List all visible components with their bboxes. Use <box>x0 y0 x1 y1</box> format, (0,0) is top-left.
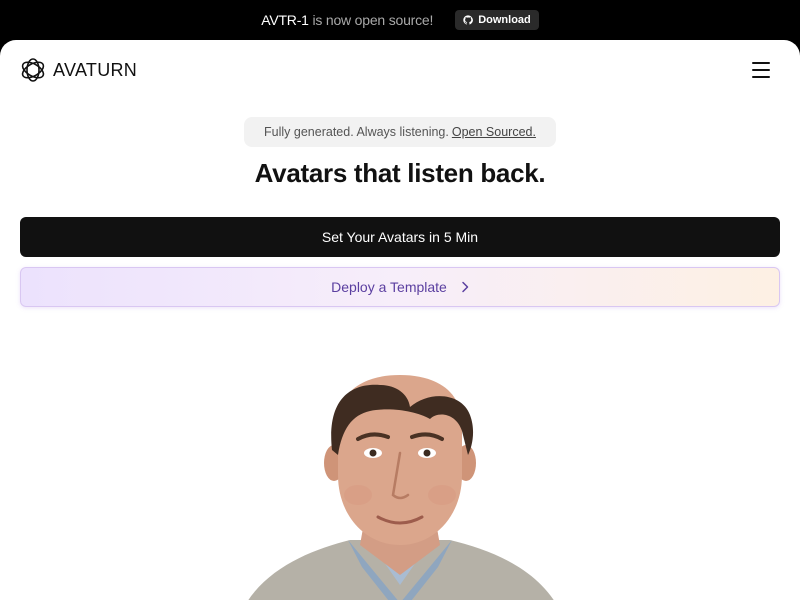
open-sourced-link[interactable]: Open Sourced. <box>452 125 536 139</box>
main-card: AVATURN Fully generated. Always listenin… <box>0 40 800 600</box>
set-avatars-label: Set Your Avatars in 5 Min <box>321 229 479 245</box>
announcement-message: is now open source! <box>312 12 434 28</box>
page-headline: Avatars that listen back. <box>254 158 546 188</box>
announcement-bar: AVTR-1 is now open source! Download <box>0 0 800 40</box>
tagline-pill: Fully generated. Always listening. Open … <box>244 117 556 147</box>
navbar: AVATURN <box>0 40 800 100</box>
github-icon <box>463 15 474 25</box>
hamburger-menu-icon[interactable] <box>752 60 772 80</box>
deploy-template-label: Deploy a Template <box>331 279 447 295</box>
logo[interactable]: AVATURN <box>20 58 137 82</box>
atom-orbit-icon <box>20 58 46 82</box>
set-avatars-button[interactable]: Set Your Avatars in 5 Min <box>20 217 780 257</box>
avatar-portrait <box>230 335 570 600</box>
tagline-text: Fully generated. Always listening. <box>264 125 449 139</box>
download-button[interactable]: Download <box>455 10 539 30</box>
logo-text: AVATURN <box>53 59 138 80</box>
deploy-template-button[interactable]: Deploy a Template <box>20 267 780 307</box>
announcement-text: AVTR-1 is now open source! <box>261 12 433 28</box>
chevron-right-icon <box>461 281 469 293</box>
announcement-product: AVTR-1 <box>261 12 309 28</box>
download-label: Download <box>478 14 531 26</box>
